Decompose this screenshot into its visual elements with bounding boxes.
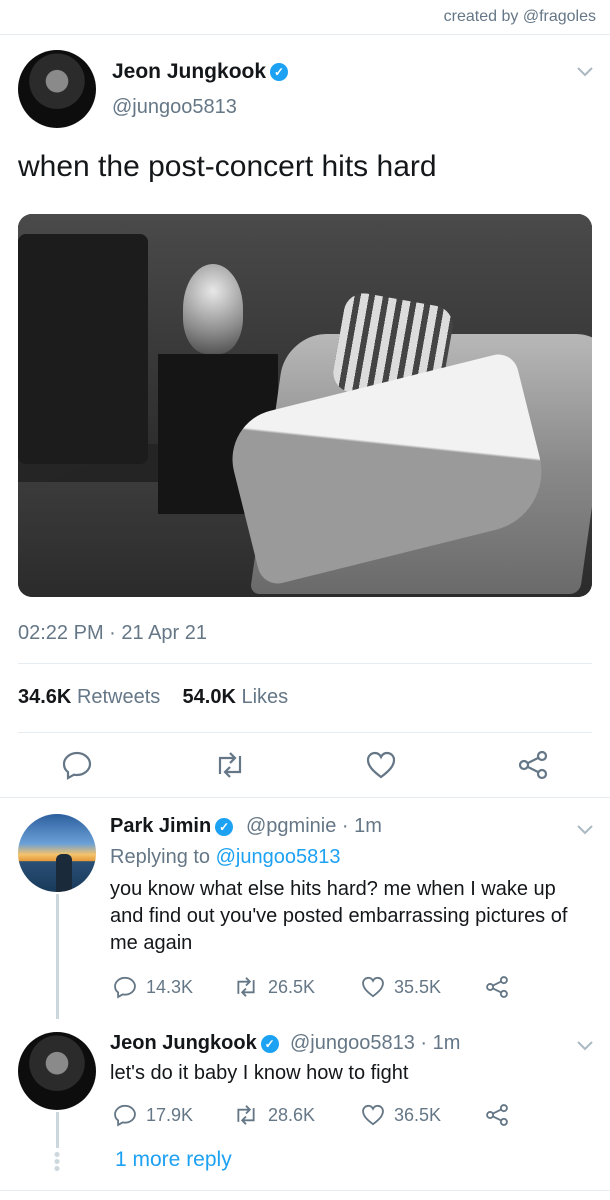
avatar[interactable]: [18, 1032, 96, 1110]
retweet-icon[interactable]: [212, 748, 252, 782]
like-button[interactable]: 35.5K: [360, 974, 441, 1000]
share-button[interactable]: [484, 1102, 510, 1128]
divider: [0, 34, 610, 35]
thread-line: [56, 1112, 59, 1148]
avatar[interactable]: [18, 814, 96, 892]
thread-dots: [54, 1151, 60, 1173]
retweet-icon: [237, 1105, 255, 1125]
retweet-count: 26.5K: [268, 976, 316, 997]
reply-button[interactable]: 17.9K: [112, 1102, 193, 1128]
reply-time: · 1m: [341, 815, 382, 837]
tweet-timestamp[interactable]: 02:22 PM · 21 Apr 21: [18, 622, 207, 645]
share-icon: [486, 1104, 508, 1126]
share-button[interactable]: [484, 974, 510, 1000]
like-button[interactable]: 36.5K: [360, 1102, 441, 1128]
verified-badge-icon: ✓: [270, 63, 289, 82]
share-icon: [486, 976, 508, 998]
like-icon: [362, 1104, 384, 1126]
verified-badge-icon: ✓: [215, 817, 234, 836]
retweet-icon: [237, 977, 255, 997]
creator-credit: created by @fragoles: [443, 8, 596, 25]
author-handle[interactable]: @pgminie · 1m: [246, 815, 382, 838]
reply-count: 17.9K: [146, 1104, 194, 1125]
more-replies-link[interactable]: 1 more reply: [115, 1148, 232, 1172]
author-handle[interactable]: @jungoo5813 · 1m: [290, 1032, 460, 1055]
reply-icon[interactable]: [60, 748, 100, 782]
retweet-button[interactable]: 26.5K: [232, 974, 315, 1000]
like-count: 35.5K: [394, 976, 442, 997]
chevron-down-icon[interactable]: [576, 820, 594, 841]
chevron-down-icon[interactable]: [576, 62, 594, 83]
author-name-text: Park Jimin: [110, 815, 212, 837]
author-name[interactable]: Park Jimin ✓: [110, 815, 234, 838]
author-name-text: Jeon Jungkook: [112, 60, 267, 83]
reply-time: · 1m: [420, 1032, 461, 1054]
replying-to-link[interactable]: @jungoo5813: [216, 846, 341, 868]
author-name-text: Jeon Jungkook: [110, 1032, 257, 1054]
like-icon: [362, 976, 384, 998]
reply-text: you know what else hits hard? me when I …: [110, 878, 568, 954]
share-icon[interactable]: [516, 748, 556, 782]
divider: [0, 1190, 610, 1191]
retweet-button[interactable]: 28.6K: [232, 1102, 315, 1128]
chevron-down-icon[interactable]: [576, 1036, 594, 1057]
retweets-stat[interactable]: 34.6K Retweets: [18, 686, 160, 708]
reply-icon: [114, 976, 136, 999]
author-name[interactable]: Jeon Jungkook ✓: [112, 60, 289, 84]
divider: [0, 797, 610, 798]
reply-button[interactable]: 14.3K: [112, 974, 193, 1000]
author-name[interactable]: Jeon Jungkook ✓: [110, 1032, 279, 1055]
verified-badge-icon: ✓: [260, 1034, 279, 1053]
divider: [18, 732, 592, 733]
tweet-text: when the post-concert hits hard: [18, 150, 437, 183]
replying-to: Replying to @jungoo5813: [110, 846, 341, 868]
author-handle[interactable]: @jungoo5813: [112, 96, 237, 119]
reply-text: let's do it baby I know how to fight: [110, 1062, 409, 1084]
retweet-count: 28.6K: [268, 1104, 316, 1125]
likes-stat[interactable]: 54.0K Likes: [183, 686, 289, 708]
tweet-photo[interactable]: [18, 214, 592, 597]
reply-count: 14.3K: [146, 976, 194, 997]
tweet-stats: 34.6K Retweets 54.0K Likes: [18, 686, 288, 709]
thread-line: [56, 894, 59, 1019]
like-count: 36.5K: [394, 1104, 442, 1125]
reply-icon: [114, 1104, 136, 1127]
divider: [18, 663, 592, 664]
like-icon[interactable]: [364, 748, 404, 782]
avatar[interactable]: [18, 50, 96, 128]
